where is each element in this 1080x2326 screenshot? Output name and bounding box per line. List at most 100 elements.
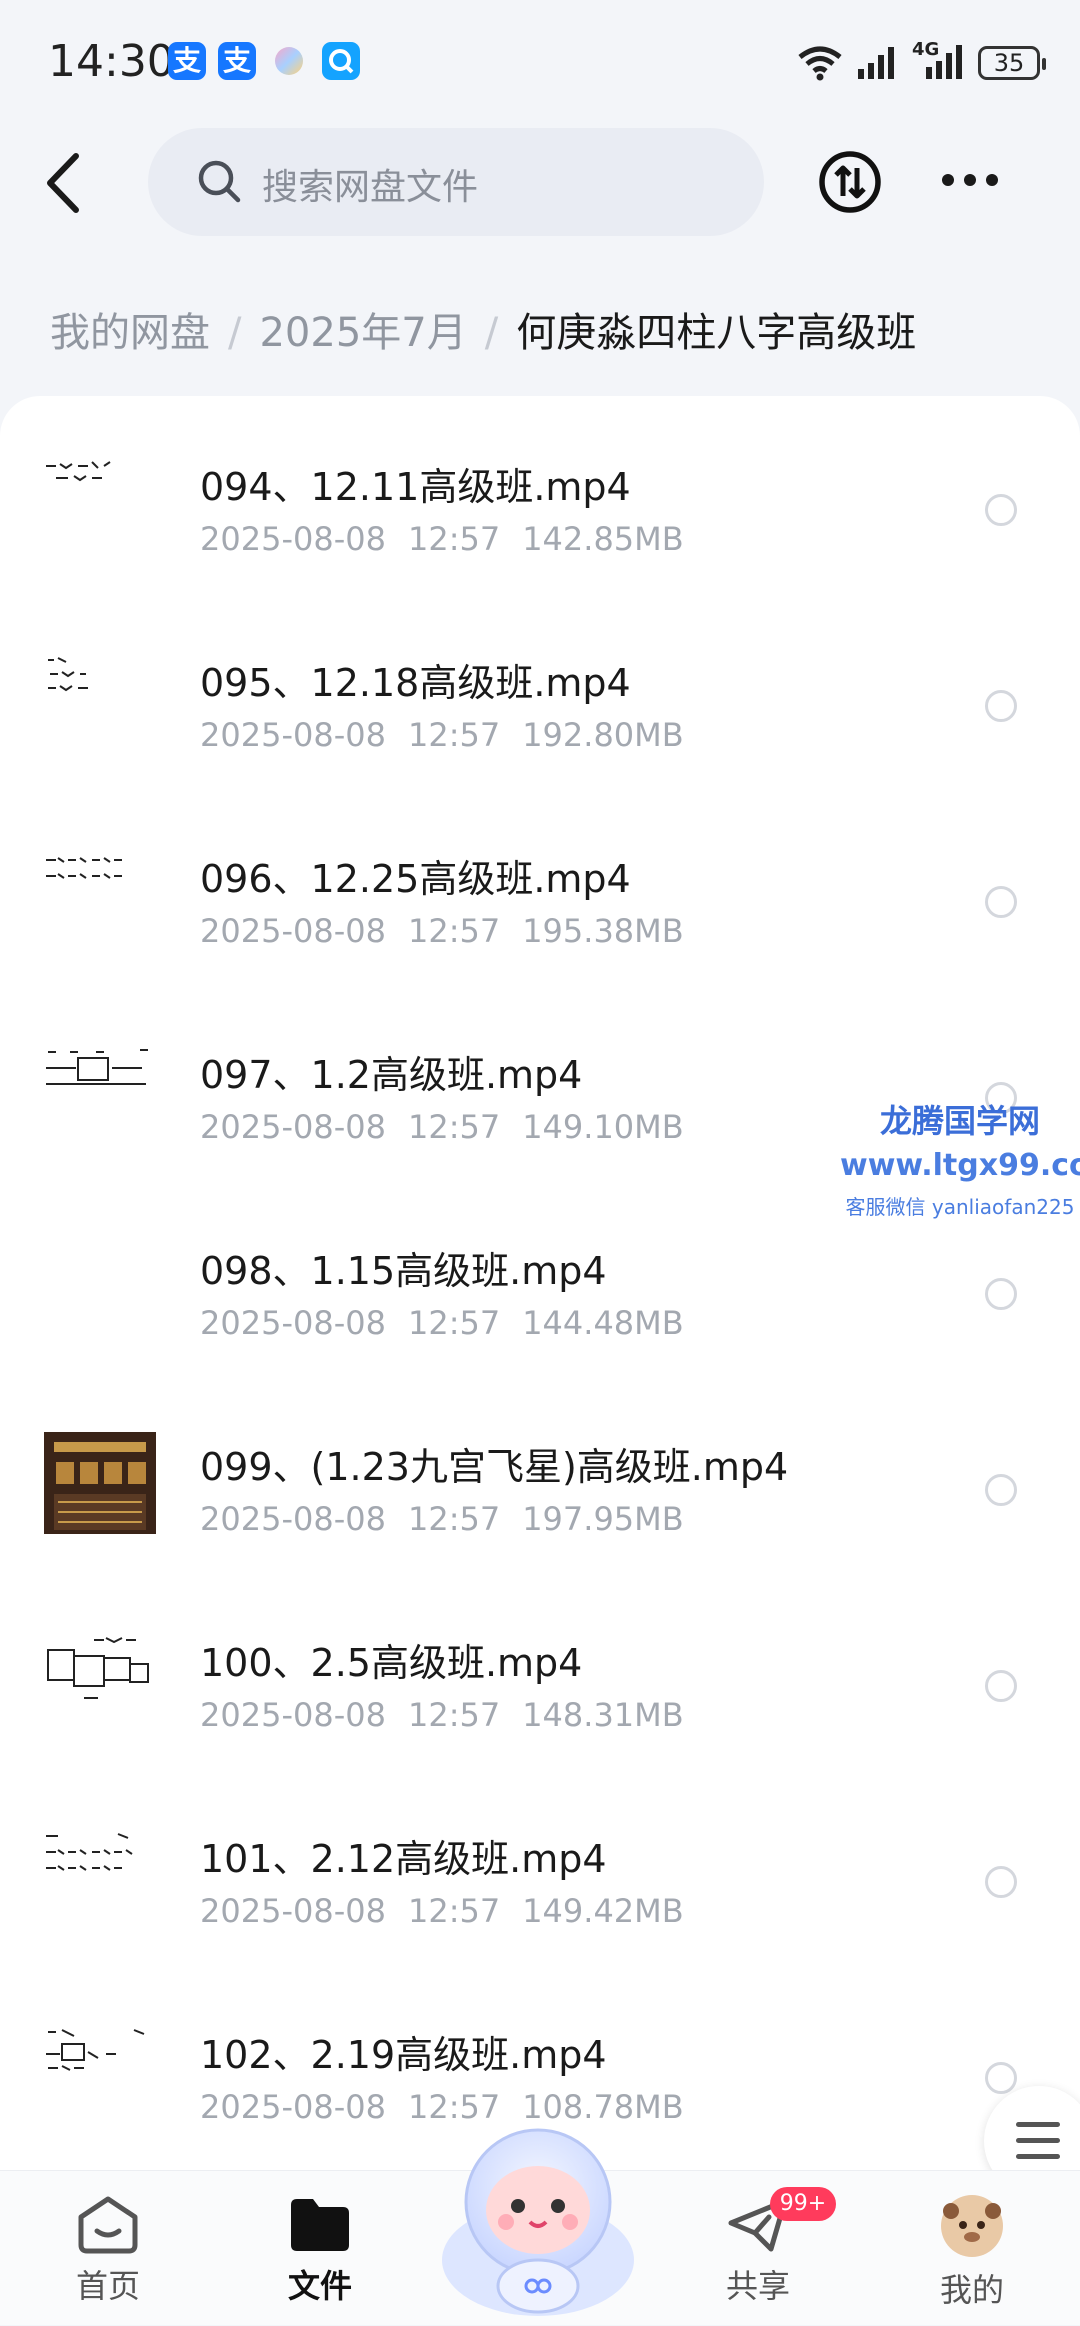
folder-icon bbox=[291, 2199, 349, 2251]
transfer-button[interactable] bbox=[818, 150, 882, 214]
file-row[interactable]: 100、2.5高级班.mp4 2025-08-08 12:57 148.31MB bbox=[0, 1572, 1080, 1768]
file-name: 094、12.11高级班.mp4 bbox=[200, 465, 631, 509]
alipay-icon: 支 bbox=[218, 42, 256, 80]
mascot-button[interactable] bbox=[432, 2110, 644, 2322]
nav-files[interactable]: 文件 bbox=[250, 2193, 390, 2307]
home-icon bbox=[78, 2196, 138, 2254]
file-date: 2025-08-08 bbox=[200, 2088, 386, 2126]
file-date: 2025-08-08 bbox=[200, 716, 386, 754]
breadcrumb-separator: / bbox=[228, 310, 242, 356]
video-thumbnail bbox=[46, 461, 111, 482]
select-checkbox[interactable] bbox=[985, 1474, 1017, 1506]
chevron-left-icon bbox=[47, 153, 79, 213]
file-name: 102、2.19高级班.mp4 bbox=[200, 2033, 607, 2077]
file-name: 097、1.2高级班.mp4 bbox=[200, 1053, 583, 1097]
file-date: 2025-08-08 bbox=[200, 1892, 386, 1930]
video-thumbnail bbox=[46, 2029, 145, 2071]
breadcrumb-item-month[interactable]: 2025年7月 bbox=[259, 310, 466, 356]
signal-icon bbox=[858, 47, 894, 79]
watermark-contact: 客服微信 yanliaofan225 bbox=[845, 1195, 1075, 1219]
dot-icon bbox=[964, 174, 976, 186]
nav-home[interactable]: 首页 bbox=[38, 2193, 178, 2307]
mascot-icon bbox=[442, 2128, 634, 2316]
file-name: 096、12.25高级班.mp4 bbox=[200, 857, 631, 901]
file-row[interactable]: 094、12.11高级班.mp4 2025-08-08 12:57 142.85MB bbox=[0, 396, 1080, 592]
breadcrumb-item-root[interactable]: 我的网盘 bbox=[50, 310, 210, 356]
file-size: 149.42MB bbox=[522, 1892, 684, 1930]
file-time: 12:57 bbox=[407, 1500, 501, 1538]
nav-share-label: 共享 bbox=[725, 2267, 790, 2305]
file-time: 12:57 bbox=[407, 716, 501, 754]
menu-line-icon bbox=[1016, 2138, 1060, 2143]
file-row[interactable]: 095、12.18高级班.mp4 2025-08-08 12:57 192.80MB bbox=[0, 592, 1080, 788]
nav-me[interactable]: 我的 bbox=[902, 2193, 1042, 2311]
file-date: 2025-08-08 bbox=[200, 912, 386, 950]
file-row[interactable]: 099、(1.23九宫飞星)高级班.mp4 2025-08-08 12:57 197… bbox=[0, 1376, 1080, 1572]
file-time: 12:57 bbox=[407, 1892, 501, 1930]
transfer-icon bbox=[819, 151, 881, 213]
nav-files-label: 文件 bbox=[287, 2267, 352, 2305]
file-date: 2025-08-08 bbox=[200, 1108, 386, 1146]
file-name: 095、12.18高级班.mp4 bbox=[200, 661, 631, 705]
file-meta: 2025-08-08 12:57 144.48MB bbox=[200, 1304, 706, 1342]
select-checkbox[interactable] bbox=[985, 1278, 1017, 1310]
status-right-group: 4G 35 bbox=[796, 39, 1046, 86]
alipay-icon: 支 bbox=[168, 42, 206, 80]
share-badge: 99+ bbox=[770, 2187, 836, 2221]
file-time: 12:57 bbox=[407, 1304, 501, 1342]
more-options-button[interactable] bbox=[942, 172, 1002, 192]
watermark-title: 龙腾国学网 bbox=[879, 1102, 1040, 1140]
dot-icon bbox=[942, 174, 954, 186]
search-icon bbox=[198, 160, 241, 203]
video-thumbnail bbox=[46, 1049, 148, 1085]
file-name: 101、2.12高级班.mp4 bbox=[200, 1837, 607, 1881]
network-type-signal: 4G bbox=[912, 39, 966, 83]
file-meta: 2025-08-08 12:57 149.42MB bbox=[200, 1892, 706, 1930]
battery-icon: 35 bbox=[978, 46, 1046, 80]
nav-share[interactable]: 99+ 共享 bbox=[688, 2187, 836, 2307]
video-thumbnail bbox=[46, 1833, 133, 1871]
watermark-url: www.ltgx99.com bbox=[840, 1148, 1080, 1183]
select-checkbox[interactable] bbox=[985, 690, 1017, 722]
status-bar: 14:30 支 支 4G 35 bbox=[0, 0, 1080, 120]
select-checkbox[interactable] bbox=[985, 886, 1017, 918]
file-date: 2025-08-08 bbox=[200, 520, 386, 558]
breadcrumb-separator: / bbox=[484, 310, 499, 356]
file-time: 12:57 bbox=[407, 1108, 501, 1146]
file-meta: 2025-08-08 12:57 195.38MB bbox=[200, 912, 706, 950]
menu-line-icon bbox=[1016, 2122, 1060, 2127]
video-thumbnail bbox=[46, 857, 122, 879]
signal-icon bbox=[926, 45, 962, 79]
search-app-icon bbox=[322, 42, 360, 80]
select-checkbox[interactable] bbox=[985, 494, 1017, 526]
file-meta: 2025-08-08 12:57 197.95MB bbox=[200, 1500, 706, 1538]
file-row[interactable]: 101、2.12高级班.mp4 2025-08-08 12:57 149.42MB bbox=[0, 1768, 1080, 1964]
file-size: 197.95MB bbox=[522, 1500, 684, 1538]
file-size: 195.38MB bbox=[522, 912, 684, 950]
wifi-icon bbox=[798, 46, 842, 81]
file-meta: 2025-08-08 12:57 148.31MB bbox=[200, 1696, 706, 1734]
back-button[interactable] bbox=[40, 150, 90, 216]
file-row[interactable]: 096、12.25高级班.mp4 2025-08-08 12:57 195.38MB bbox=[0, 788, 1080, 984]
colorful-dot-icon bbox=[270, 42, 308, 80]
file-time: 12:57 bbox=[407, 1696, 501, 1734]
file-time: 12:57 bbox=[407, 912, 501, 950]
watermark: 龙腾国学网 www.ltgx99.com 客服微信 yanliaofan225 bbox=[840, 1096, 1080, 1220]
file-size: 142.85MB bbox=[522, 520, 684, 558]
select-checkbox[interactable] bbox=[985, 1866, 1017, 1898]
file-size: 149.10MB bbox=[522, 1108, 684, 1146]
select-checkbox[interactable] bbox=[985, 2062, 1017, 2094]
nav-home-label: 首页 bbox=[75, 2267, 140, 2305]
file-size: 144.48MB bbox=[522, 1304, 684, 1342]
status-time: 14:30 bbox=[48, 36, 175, 87]
select-checkbox[interactable] bbox=[985, 1670, 1017, 1702]
nav-me-label: 我的 bbox=[939, 2271, 1004, 2309]
menu-line-icon bbox=[1016, 2154, 1060, 2159]
search-placeholder: 搜索网盘文件 bbox=[262, 167, 479, 208]
file-date: 2025-08-08 bbox=[200, 1500, 386, 1538]
breadcrumb-current: 何庚淼四柱八字高级班 bbox=[516, 310, 917, 356]
search-input[interactable]: 搜索网盘文件 bbox=[148, 128, 764, 236]
file-name: 098、1.15高级班.mp4 bbox=[200, 1249, 607, 1293]
file-name: 100、2.5高级班.mp4 bbox=[200, 1641, 583, 1685]
file-size: 148.31MB bbox=[522, 1696, 684, 1734]
